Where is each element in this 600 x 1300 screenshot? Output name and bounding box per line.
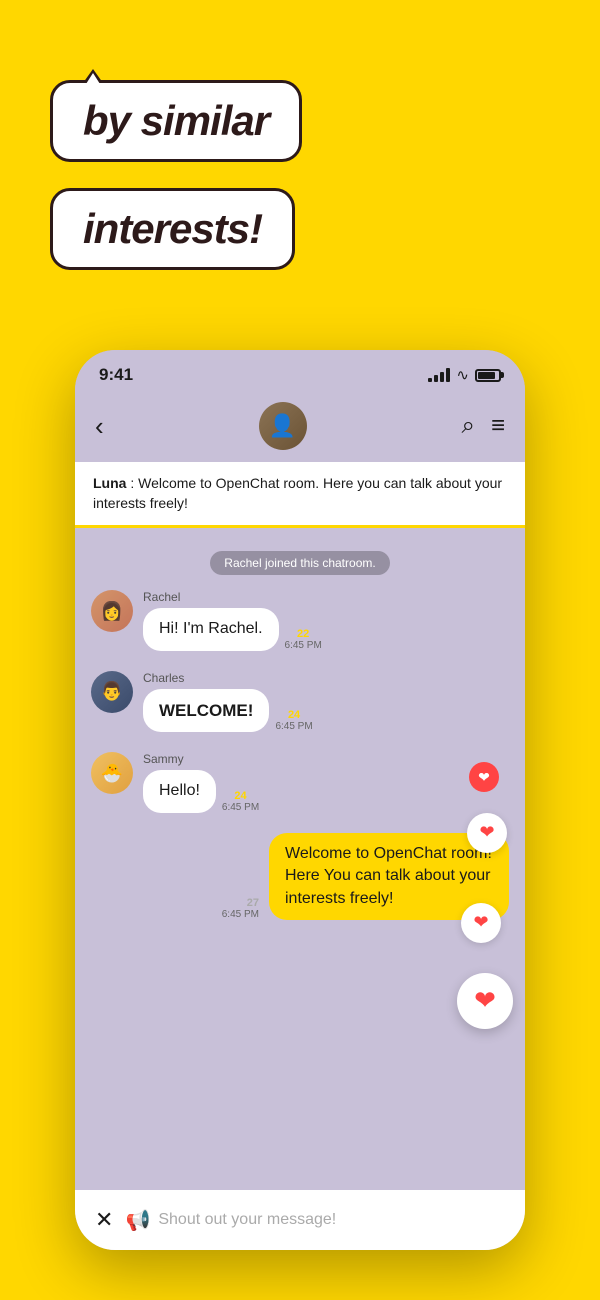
chat-message-charles: 👨 Charles WELCOME! 24 6:45 PM [91, 671, 509, 733]
meta-sammy: 24 6:45 PM [222, 790, 259, 813]
avatar-rachel[interactable]: 👩 [91, 590, 133, 632]
speech-bubble-1: by similar [50, 80, 302, 162]
close-button[interactable]: ✕ [95, 1207, 113, 1233]
username-sammy: Sammy [143, 752, 259, 766]
bubble-text-1: by similar [83, 97, 269, 144]
time-outgoing: 6:45 PM [222, 909, 259, 920]
chat-message-outgoing: Welcome to OpenChat room! Here You can t… [91, 833, 509, 920]
message-row-rachel: Hi! I'm Rachel. 22 6:45 PM [143, 608, 322, 650]
reaction-charles: 24 [288, 709, 300, 721]
bubble-charles: WELCOME! [143, 689, 269, 733]
meta-charles: 24 6:45 PM [275, 709, 312, 732]
pinned-text: Welcome to OpenChat room. Here you can t… [93, 475, 502, 511]
time-charles: 6:45 PM [275, 721, 312, 732]
message-row-sammy: Hello! 24 6:45 PM [143, 770, 259, 812]
meta-rachel: 22 6:45 PM [285, 628, 322, 651]
status-time: 9:41 [99, 365, 133, 385]
system-message: Rachel joined this chatroom. [91, 554, 509, 572]
chat-message-rachel: 👩 Rachel Hi! I'm Rachel. 22 6:45 PM [91, 590, 509, 650]
username-rachel: Rachel [143, 590, 322, 604]
input-placeholder[interactable]: Shout out your message! [158, 1211, 336, 1229]
system-message-text: Rachel joined this chatroom. [210, 551, 389, 575]
heart-medium-2[interactable]: ❤ [461, 903, 501, 943]
message-content-charles: Charles WELCOME! 24 6:45 PM [143, 671, 313, 733]
signal-icon [428, 368, 450, 382]
time-sammy: 6:45 PM [222, 802, 259, 813]
search-icon[interactable]: ⌕ [462, 412, 475, 440]
bubble-rachel: Hi! I'm Rachel. [143, 608, 279, 650]
username-charles: Charles [143, 671, 313, 685]
bubble-sammy: Hello! [143, 770, 216, 812]
wifi-icon: ∿ [456, 366, 469, 384]
message-content-rachel: Rachel Hi! I'm Rachel. 22 6:45 PM [143, 590, 322, 650]
reaction-rachel: 22 [297, 628, 309, 640]
battery-icon [475, 369, 501, 382]
pinned-message: Luna : Welcome to OpenChat room. Here yo… [75, 462, 525, 528]
speech-bubbles-container: by similar interests! [50, 80, 302, 270]
nav-icons: ⌕ ≡ [462, 412, 505, 440]
chat-area[interactable]: Rachel joined this chatroom. 👩 Rachel Hi… [75, 528, 525, 1208]
status-bar: 9:41 ∿ [75, 350, 525, 394]
nav-avatar[interactable]: 👤 [259, 402, 307, 450]
reaction-outgoing: 27 [247, 897, 259, 909]
chat-message-sammy: 🐣 Sammy Hello! 24 6:45 PM ❤ [91, 752, 509, 812]
status-icons: ∿ [428, 366, 501, 384]
message-row-charles: WELCOME! 24 6:45 PM [143, 689, 313, 733]
menu-icon[interactable]: ≡ [491, 412, 505, 440]
message-content-outgoing: Welcome to OpenChat room! Here You can t… [222, 833, 509, 920]
nav-bar: ‹ 👤 ⌕ ≡ [75, 394, 525, 462]
app-background: by similar interests! 9:41 ∿ [0, 0, 600, 1300]
input-bar: ✕ 📢 Shout out your message! [75, 1190, 525, 1250]
input-field-area[interactable]: 📢 Shout out your message! [125, 1208, 505, 1233]
heart-small-1[interactable]: ❤ [469, 762, 499, 792]
avatar-charles[interactable]: 👨 [91, 671, 133, 713]
meta-outgoing: 27 6:45 PM [222, 897, 259, 920]
message-row-outgoing: Welcome to OpenChat room! Here You can t… [222, 833, 509, 920]
pinned-sender: Luna [93, 475, 126, 491]
avatar-sammy[interactable]: 🐣 [91, 752, 133, 794]
speech-bubble-2: interests! [50, 188, 295, 270]
reaction-sammy: 24 [234, 790, 246, 802]
bubble-text-2: interests! [83, 205, 262, 252]
megaphone-icon: 📢 [125, 1208, 150, 1233]
heart-medium-1[interactable]: ❤ [467, 813, 507, 853]
phone-mockup: 9:41 ∿ ‹ 👤 ⌕ ≡ [75, 350, 525, 1250]
back-button[interactable]: ‹ [95, 411, 104, 442]
time-rachel: 6:45 PM [285, 640, 322, 651]
heart-large[interactable]: ❤ [457, 973, 513, 1029]
message-content-sammy: Sammy Hello! 24 6:45 PM [143, 752, 259, 812]
